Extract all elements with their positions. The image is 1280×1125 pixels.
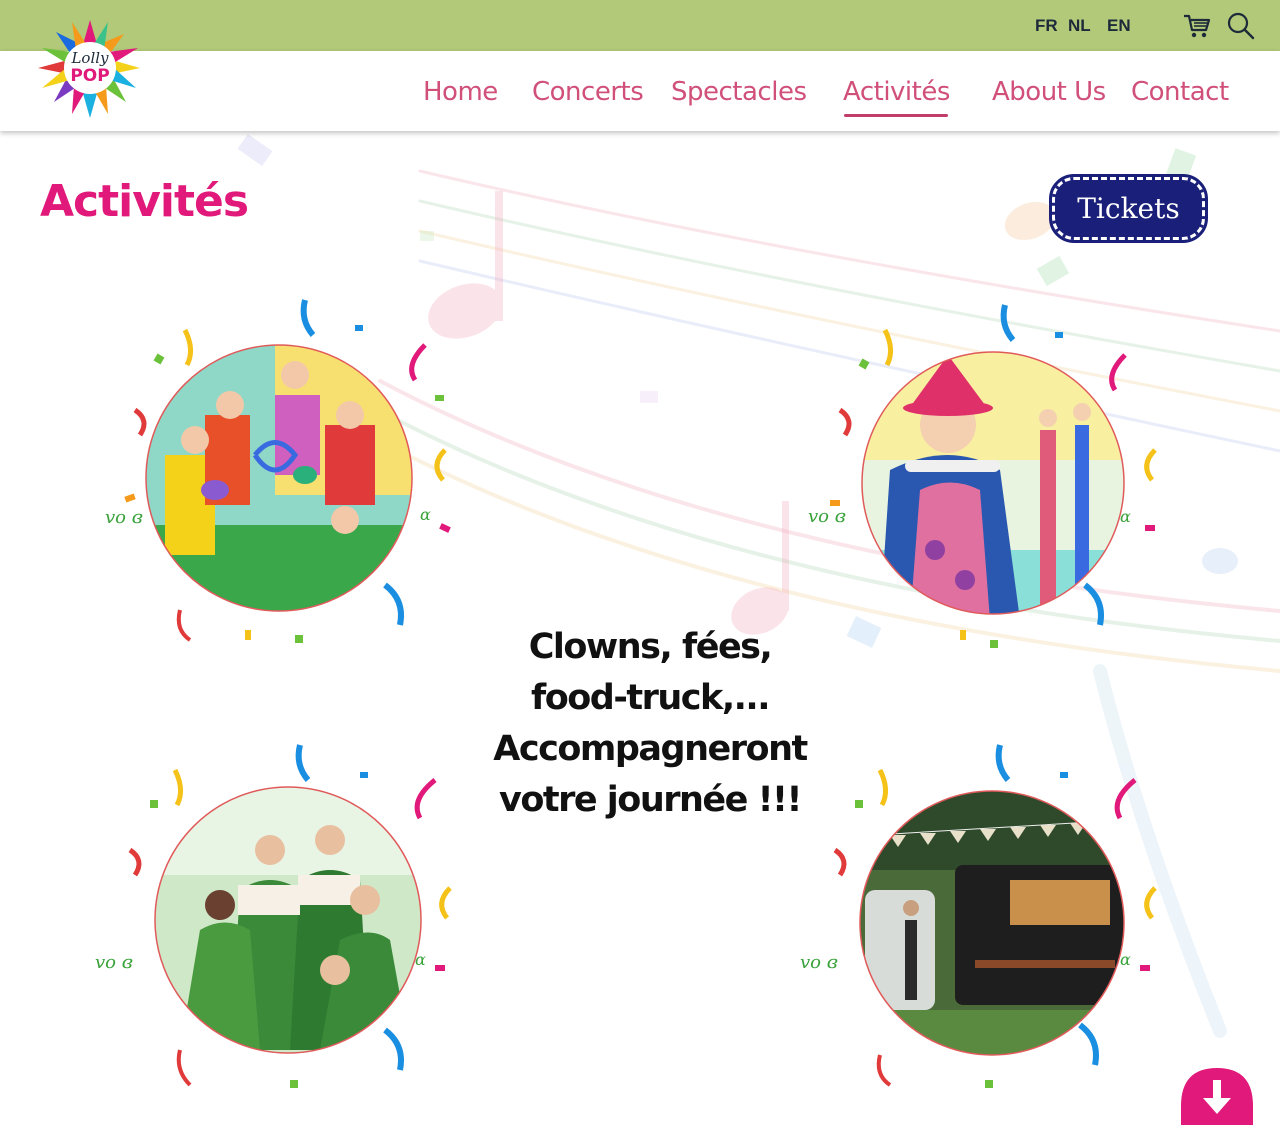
- tagline-line-3: Accompagneront: [493, 729, 808, 769]
- nav-home[interactable]: Home: [423, 77, 498, 107]
- tickets-button[interactable]: Tickets: [1049, 174, 1208, 243]
- nav-contact[interactable]: Contact: [1131, 77, 1229, 107]
- svg-text:vo ɞ: vo ɞ: [800, 952, 838, 973]
- logo-text-lolly: Lolly: [70, 49, 109, 67]
- nav-active-indicator: [844, 114, 948, 117]
- tagline-line-2: food-truck,...: [530, 678, 771, 718]
- svg-text:vo ɞ: vo ɞ: [808, 506, 846, 527]
- top-bar: FR NL EN: [0, 0, 1280, 51]
- tagline-line-4: votre journée !!!: [499, 780, 802, 820]
- search-icon[interactable]: [1227, 12, 1255, 40]
- cart-icon[interactable]: [1183, 13, 1211, 39]
- scroll-down-button[interactable]: [1181, 1068, 1253, 1125]
- svg-text:ɑ: ɑ: [420, 505, 431, 524]
- language-fr[interactable]: FR: [1035, 16, 1058, 36]
- svg-text:vo ɞ: vo ɞ: [95, 952, 133, 973]
- tagline-line-1: Clowns, fées,: [528, 627, 773, 667]
- nav-concerts[interactable]: Concerts: [532, 77, 644, 107]
- nav-about-us[interactable]: About Us: [992, 77, 1106, 107]
- activity-clowns[interactable]: vo ɞ ɑ: [95, 295, 475, 660]
- svg-text:vo ɞ: vo ɞ: [105, 507, 143, 528]
- page-title: Activités: [40, 176, 249, 227]
- language-nl[interactable]: NL: [1068, 16, 1091, 36]
- nav-spectacles[interactable]: Spectacles: [671, 77, 807, 107]
- tagline: Clowns, fées, food-truck,... Accompagner…: [490, 622, 810, 826]
- nav-activites[interactable]: Activités: [843, 77, 950, 107]
- activity-food-truck[interactable]: vo ɞ ɑ: [795, 740, 1175, 1105]
- svg-text:ɑ: ɑ: [1120, 950, 1131, 969]
- lollypop-logo[interactable]: Lolly POP: [36, 18, 144, 118]
- logo-text-pop: POP: [70, 66, 109, 86]
- fairies-photo: [155, 787, 421, 1053]
- activity-clown-stilts[interactable]: vo ɞ ɑ: [800, 300, 1180, 665]
- language-en[interactable]: EN: [1107, 16, 1131, 36]
- activity-fairies[interactable]: vo ɞ ɑ: [90, 740, 475, 1105]
